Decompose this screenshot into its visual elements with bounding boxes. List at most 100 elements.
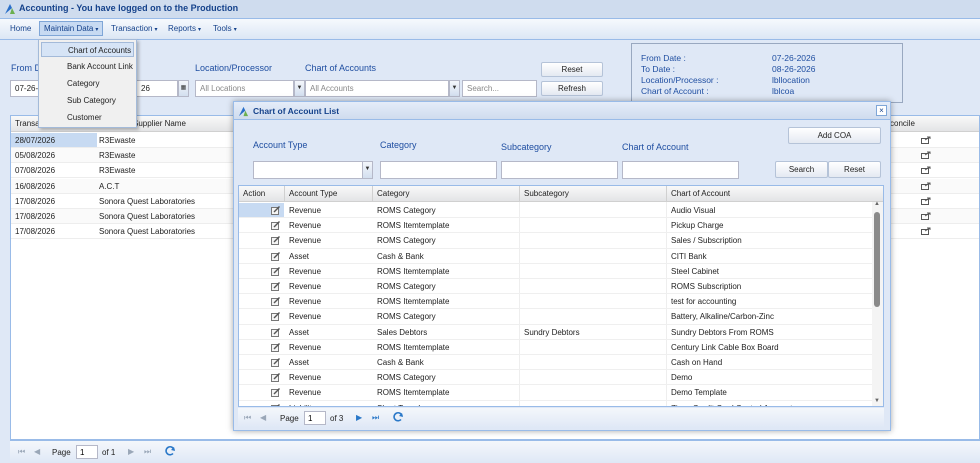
scrollbar-thumb[interactable]	[874, 212, 880, 307]
info-label: Location/Processor :	[641, 75, 719, 85]
next-page-icon[interactable]: ▶	[356, 413, 362, 422]
table-row[interactable]: Revenue ROMS Category Sales / Subscription	[239, 233, 873, 249]
chevron-down-icon[interactable]: ▼	[449, 80, 460, 97]
last-page-icon[interactable]: ⏭	[144, 447, 151, 457]
col-reconcile[interactable]: concile	[890, 119, 915, 128]
menu-tools[interactable]: Tools ▾	[213, 24, 237, 33]
search-input[interactable]: Search...	[462, 80, 537, 97]
category-input[interactable]	[380, 161, 497, 179]
scroll-up-icon[interactable]: ▲	[874, 201, 880, 207]
info-value: lblcoa	[772, 86, 795, 96]
search-button[interactable]: Search	[775, 161, 828, 178]
first-page-icon[interactable]: ⏮	[244, 413, 251, 423]
table-row[interactable]: Revenue ROMS Itemtemplate Pickup Charge	[239, 218, 873, 234]
edit-icon[interactable]	[271, 373, 281, 383]
page-input[interactable]	[76, 445, 98, 459]
coa-select[interactable]: All Accounts	[305, 80, 449, 97]
refresh-button[interactable]: Refresh	[541, 81, 603, 96]
edit-icon[interactable]	[271, 342, 281, 352]
export-icon[interactable]	[921, 212, 931, 220]
category: ROMS Category	[377, 312, 436, 322]
edit-icon[interactable]	[271, 221, 281, 231]
export-icon[interactable]	[921, 151, 931, 160]
table-row[interactable]: Asset Cash & Bank Cash on Hand	[239, 355, 873, 371]
col-category[interactable]: Category	[377, 189, 409, 198]
edit-icon[interactable]	[271, 312, 281, 322]
menu-transaction[interactable]: Transaction ▾	[111, 24, 158, 33]
account-type-select[interactable]	[253, 161, 363, 179]
refresh-icon[interactable]	[164, 445, 176, 457]
menu-maintain-data[interactable]: Maintain Data ▾	[39, 21, 104, 36]
col-subcategory[interactable]: Subcategory	[524, 189, 569, 198]
col-account-type[interactable]: Account Type	[289, 189, 337, 198]
table-row[interactable]: Revenue ROMS Itemtemplate Steel Cabinet	[239, 264, 873, 279]
edit-icon[interactable]	[271, 388, 281, 398]
col-action[interactable]: Action	[243, 189, 265, 198]
chevron-down-icon[interactable]: ▼	[362, 161, 373, 179]
menu-home[interactable]: Home	[10, 24, 31, 33]
account-type: Asset	[289, 327, 310, 337]
page-input[interactable]	[304, 411, 326, 425]
first-page-icon[interactable]: ⏮	[18, 447, 25, 457]
page-label: Page	[280, 414, 299, 423]
col-chart-of-account[interactable]: Chart of Account	[671, 189, 730, 198]
close-icon[interactable]: ×	[876, 105, 887, 116]
edit-icon[interactable]	[271, 282, 281, 291]
table-row[interactable]: Revenue ROMS Category ROMS Subscription	[239, 279, 873, 295]
coa-input[interactable]	[622, 161, 739, 179]
category: ROMS Itemtemplate	[377, 388, 450, 398]
table-row[interactable]: Revenue ROMS Category Audio Visual	[239, 203, 873, 219]
location-select[interactable]: All Locations	[195, 80, 294, 97]
coa-grid-pager: ⏮ ◀ Page of 3 ▶ ⏭	[238, 408, 884, 428]
export-icon[interactable]	[921, 227, 931, 236]
reset-button[interactable]: Reset	[541, 62, 603, 77]
table-row[interactable]: Revenue ROMS Category Battery, Alkaline/Ca…	[239, 309, 873, 325]
table-row[interactable]: Asset Sales Debtors Sundry Debtors Sundry D…	[239, 325, 873, 340]
account-type-label: Account Type	[253, 140, 308, 150]
next-page-icon[interactable]: ▶	[128, 447, 134, 456]
edit-icon[interactable]	[271, 358, 281, 367]
edit-icon[interactable]	[271, 266, 281, 276]
edit-icon[interactable]	[271, 236, 281, 246]
menu-item-sub-category[interactable]: Sub Category	[41, 93, 134, 108]
table-row[interactable]: Revenue ROMS Category Demo	[239, 370, 873, 386]
export-icon[interactable]	[921, 166, 931, 175]
category: ROMS Itemtemplate	[377, 297, 450, 307]
chart-of-account: Steel Cabinet	[671, 266, 720, 276]
to-date-field[interactable]: 26	[136, 80, 178, 97]
prev-page-icon[interactable]: ◀	[34, 447, 40, 456]
scroll-down-icon[interactable]: ▼	[874, 398, 880, 404]
menu-item-category[interactable]: Category	[41, 76, 134, 91]
menu-item-bank-account-link[interactable]: Bank Account Link	[41, 59, 134, 74]
table-row[interactable]: Revenue ROMS Itemtemplate Demo Template	[239, 385, 873, 401]
col-supplier[interactable]: Supplier Name	[133, 119, 186, 128]
refresh-icon[interactable]	[392, 411, 404, 423]
calendar-icon[interactable]: ▦	[178, 80, 189, 97]
table-row[interactable]: Asset Cash & Bank CITI Bank	[239, 249, 873, 264]
category: Sales Debtors	[377, 327, 428, 337]
chevron-down-icon[interactable]: ▼	[294, 80, 305, 97]
action-cell	[239, 355, 284, 369]
table-row[interactable]: Revenue ROMS Itemtemplate Century Link Cab…	[239, 340, 873, 355]
edit-icon[interactable]	[271, 403, 281, 407]
vertical-scrollbar[interactable]: ▲ ▼	[872, 201, 883, 406]
prev-page-icon[interactable]: ◀	[260, 413, 266, 422]
edit-icon[interactable]	[271, 206, 281, 215]
table-row[interactable]: Liability Short Term Loan Zions Credit Car…	[239, 401, 873, 407]
edit-icon[interactable]	[271, 251, 281, 261]
edit-icon[interactable]	[271, 327, 281, 337]
add-coa-button[interactable]: Add COA	[788, 127, 881, 144]
table-row[interactable]: Revenue ROMS Itemtemplate test for account…	[239, 294, 873, 310]
menu-item-chart-of-accounts[interactable]: Chart of Accounts	[41, 42, 134, 57]
menu-reports[interactable]: Reports ▾	[168, 24, 201, 33]
export-icon[interactable]	[921, 182, 931, 190]
account-type: Revenue	[289, 206, 322, 215]
subcategory-input[interactable]	[501, 161, 618, 179]
menu-item-customer[interactable]: Customer	[41, 110, 134, 125]
export-icon[interactable]	[921, 197, 931, 205]
edit-icon[interactable]	[271, 297, 281, 307]
export-icon[interactable]	[921, 136, 931, 144]
col-transaction[interactable]: Transa	[15, 119, 40, 128]
last-page-icon[interactable]: ⏭	[372, 413, 379, 423]
reset-button[interactable]: Reset	[828, 161, 881, 178]
